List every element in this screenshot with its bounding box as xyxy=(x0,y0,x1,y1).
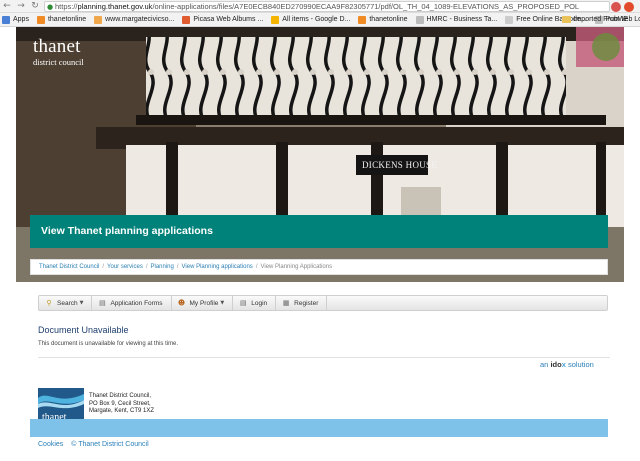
bookmark-item[interactable]: www.margatecivicso... xyxy=(94,15,175,24)
folder-icon xyxy=(561,16,571,23)
bookmark-label: www.margatecivicso... xyxy=(105,16,175,23)
copyright-text: © Thanet District Council xyxy=(71,441,149,448)
toolbar-search-label: Search xyxy=(57,299,78,307)
address-line: PO Box 9, Cecil Street, xyxy=(89,400,151,407)
user-icon: ☻ xyxy=(177,299,186,307)
bookmark-item[interactable]: All items - Google D... xyxy=(271,15,351,24)
breadcrumb-link-council[interactable]: Thanet District Council xyxy=(39,264,99,270)
footer-band xyxy=(30,419,608,437)
brand-title: thanet xyxy=(33,36,81,57)
cookies-link[interactable]: Cookies xyxy=(38,441,63,448)
breadcrumb-separator: / xyxy=(102,264,105,270)
bookmark-favicon-icon xyxy=(94,15,103,24)
toolbar-my-profile-label: My Profile xyxy=(189,299,219,307)
url-scheme: https:// xyxy=(55,2,78,11)
url-input[interactable]: ● https://planning.thanet.gov.uk/online-… xyxy=(44,1,610,12)
url-path: /online-applications/files/A7E0ECB840ED2… xyxy=(152,2,580,11)
url-host: planning.thanet.gov.uk xyxy=(77,2,153,11)
page-banner: View Thanet planning applications xyxy=(30,215,608,248)
toolbar-login-label: Login xyxy=(251,299,268,307)
bookmark-label: All items - Google D... xyxy=(282,16,351,23)
divider xyxy=(38,357,610,358)
bookmark-favicon-icon xyxy=(182,15,191,24)
address-line: Thanet District Council, xyxy=(89,393,152,399)
brand-subtitle: district council xyxy=(33,57,84,67)
page-title: Document Unavailable xyxy=(38,325,129,335)
idox-brand-x: x xyxy=(561,360,566,369)
chevron-down-icon: ▼ xyxy=(220,300,225,306)
idox-credit[interactable]: an idox solution xyxy=(540,360,594,369)
bookmark-label: thanetonline xyxy=(47,16,87,23)
toolbar-application-forms[interactable]: ▤ Application Forms xyxy=(92,296,172,310)
bookmarks-bar: Apps thanetonline www.margatecivicso... Pic… xyxy=(0,13,640,27)
bookmark-item[interactable]: HMRC - Business Ta... xyxy=(415,15,498,24)
site-logo[interactable]: thanet district council xyxy=(33,36,84,67)
toolbar-register-label: Register xyxy=(294,299,319,307)
document-icon: ▤ xyxy=(99,299,106,307)
url-text: https://planning.thanet.gov.uk/online-ap… xyxy=(55,2,579,11)
breadcrumb-separator: / xyxy=(176,264,179,270)
breadcrumb-link-services[interactable]: Your services xyxy=(107,264,143,270)
wave-icon xyxy=(38,394,84,409)
status-message: This document is unavailable for viewing… xyxy=(38,341,179,347)
chevron-down-icon: ▼ xyxy=(79,300,84,306)
house-sign: DICKENS HOUSE xyxy=(362,160,438,170)
bookmark-folder[interactable]: Imported From IE xyxy=(561,16,628,23)
bookmark-favicon-icon xyxy=(505,15,514,24)
register-icon: ▦ xyxy=(282,299,290,307)
bookmark-item[interactable]: thanetonline xyxy=(36,15,87,24)
toolbar-search[interactable]: ⚲ Search ▼ xyxy=(39,296,93,310)
toolbar-my-profile[interactable]: ☻ My Profile ▼ xyxy=(172,296,234,310)
bookmark-label: HMRC - Business Ta... xyxy=(426,16,498,23)
toolbar-register[interactable]: ▦ Register xyxy=(276,296,328,310)
extension-icon[interactable] xyxy=(611,2,621,12)
breadcrumb-link-planning[interactable]: Planning xyxy=(151,264,174,270)
bookmark-item[interactable]: Picasa Web Albums ... xyxy=(182,15,264,24)
bookmark-item[interactable]: thanetonline xyxy=(358,15,408,24)
bookmark-item[interactable]: Apps xyxy=(2,15,29,24)
bookmark-favicon-icon xyxy=(415,15,424,24)
toolbar-login[interactable]: ▤ Login xyxy=(233,296,277,310)
forward-arrow-icon[interactable]: → xyxy=(14,0,28,13)
breadcrumb-separator: / xyxy=(145,264,148,270)
bookmark-favicon-icon xyxy=(271,15,280,24)
breadcrumb-separator: / xyxy=(255,264,258,270)
footer-links: Cookies © Thanet District Council xyxy=(38,441,155,448)
bookmark-label: Apps xyxy=(13,16,29,23)
menu-icon[interactable] xyxy=(624,2,634,12)
lock-icon: ● xyxy=(46,2,54,11)
back-arrow-icon[interactable]: ← xyxy=(0,0,14,13)
bookmark-favicon-icon xyxy=(36,15,45,24)
breadcrumb-current: View Planning Applications xyxy=(260,264,333,270)
main-toolbar: ⚲ Search ▼ ▤ Application Forms ☻ My Prof… xyxy=(38,295,608,311)
footer-address: Thanet District Council, PO Box 9, Cecil… xyxy=(89,393,154,416)
bookmark-label: Picasa Web Albums ... xyxy=(193,16,264,23)
bookmark-favicon-icon xyxy=(358,15,367,24)
bookmark-folder-label: Imported From IE xyxy=(573,16,628,23)
login-icon: ▤ xyxy=(239,299,247,307)
bookmark-favicon-icon xyxy=(2,15,10,24)
bookmark-label: thanetonline xyxy=(369,16,408,23)
idox-suffix: solution xyxy=(567,360,594,369)
idox-prefix: an xyxy=(540,360,549,369)
breadcrumb-link-view-applications[interactable]: View Planning applications xyxy=(182,264,253,270)
browser-address-bar: ← → ↻ ● https://planning.thanet.gov.uk/o… xyxy=(0,0,640,13)
search-icon: ⚲ xyxy=(46,299,52,307)
toolbar-application-forms-label: Application Forms xyxy=(110,299,163,307)
address-line: Margate, Kent, CT9 1XZ xyxy=(89,408,155,415)
breadcrumb: Thanet District Council / Your services / Pl… xyxy=(30,259,608,275)
reload-icon[interactable]: ↻ xyxy=(28,0,42,13)
